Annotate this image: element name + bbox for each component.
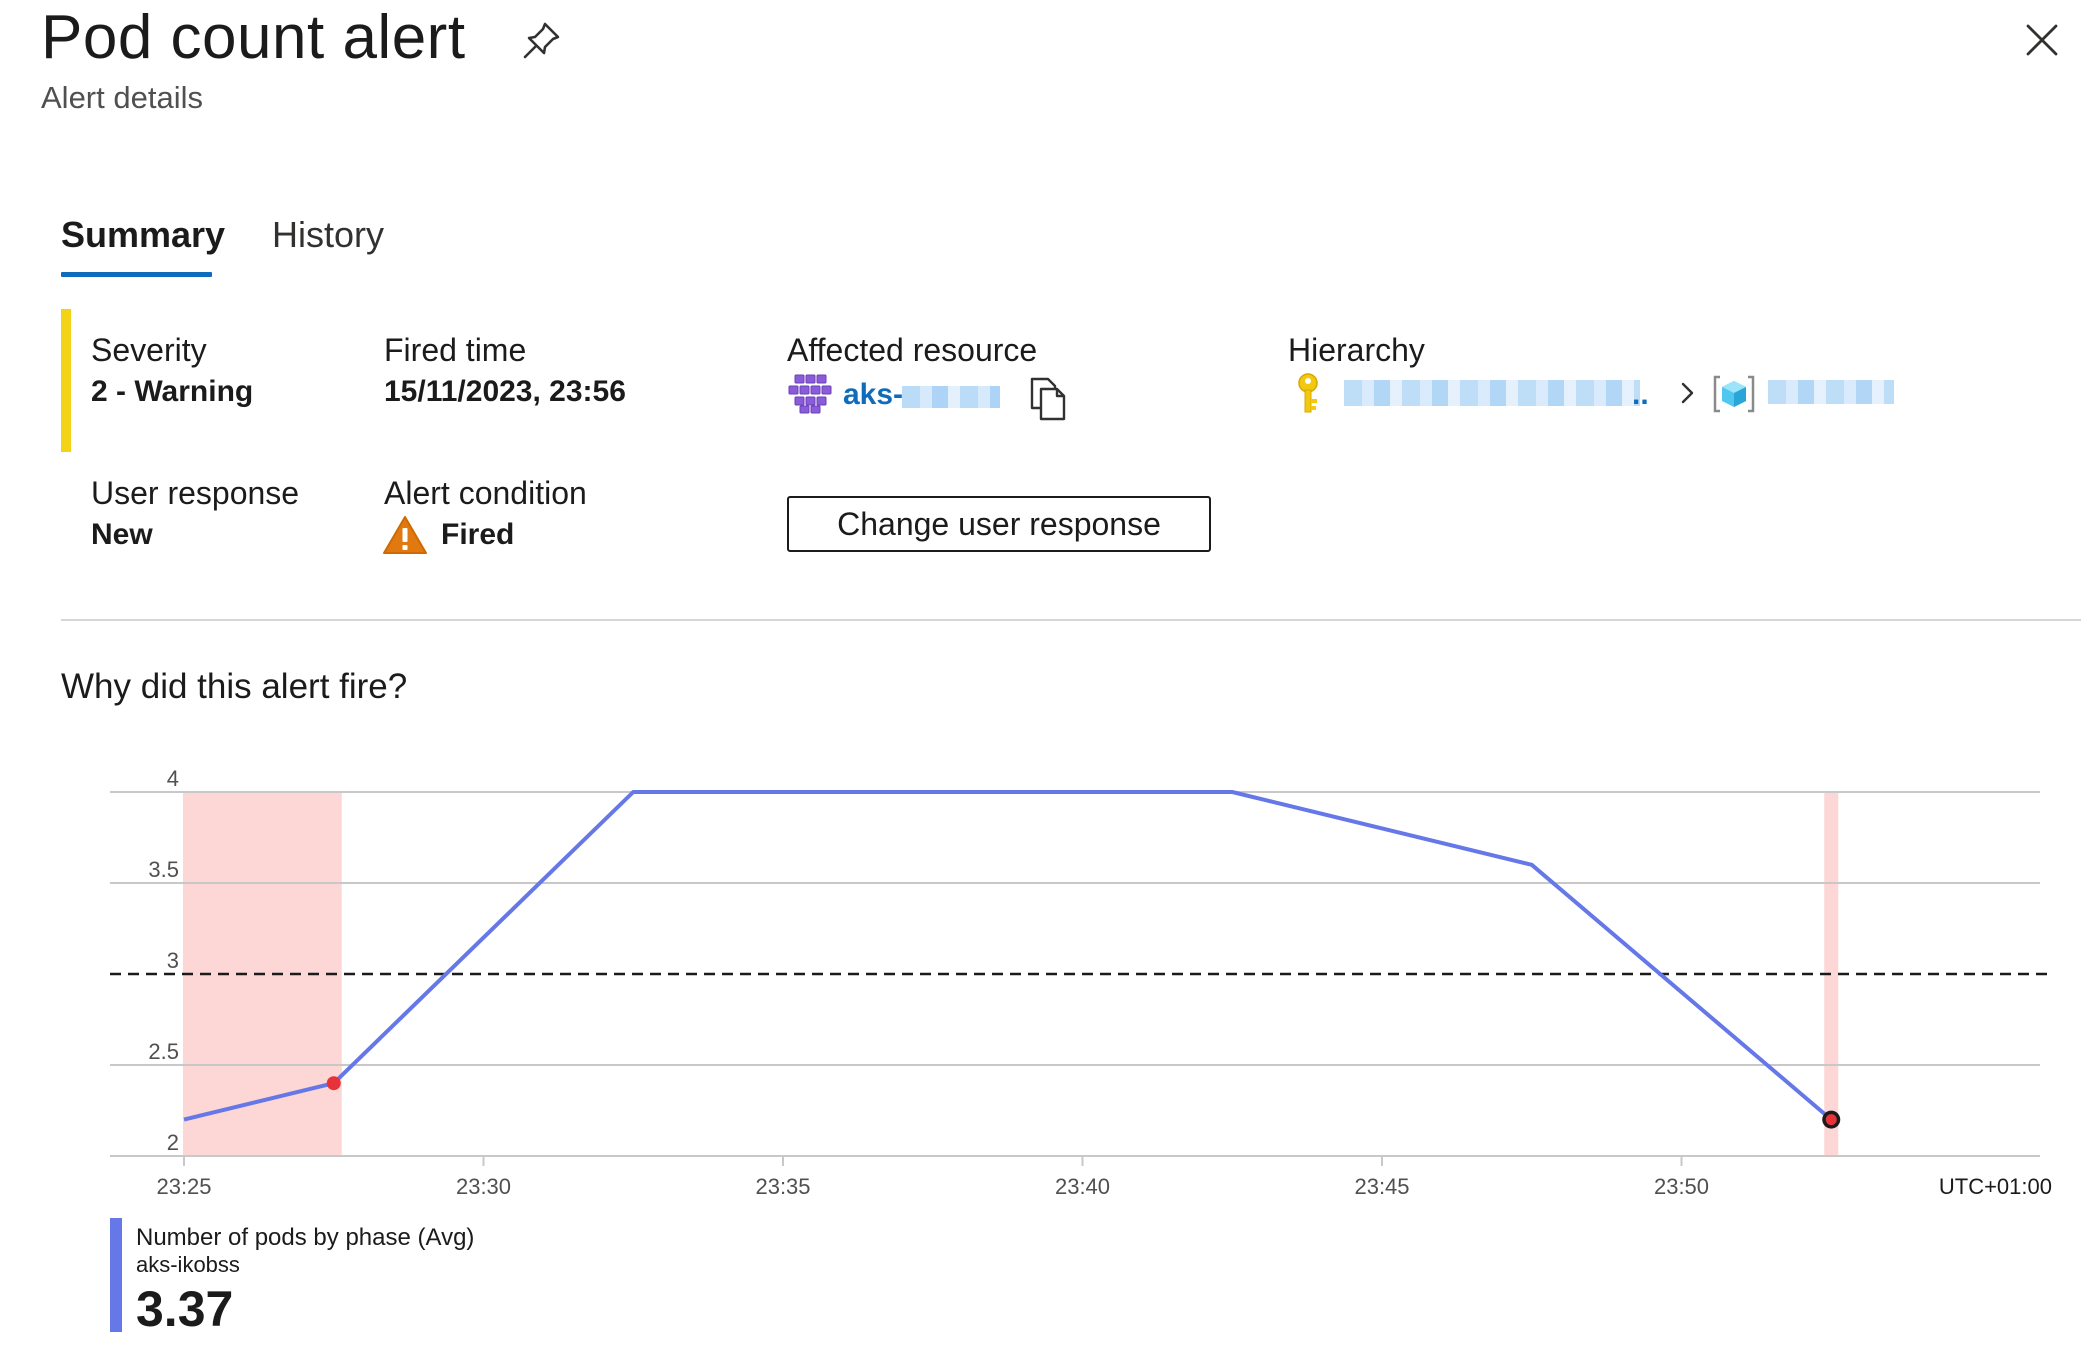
alert-condition-value: Fired (441, 518, 515, 551)
fired-point (326, 1076, 341, 1091)
x-tick-label: 23:45 (1354, 1174, 1409, 1199)
x-tick-label: 23:35 (755, 1174, 810, 1199)
timezone-label: UTC+01:00 (1939, 1174, 2052, 1199)
severity-value: 2 - Warning (91, 375, 254, 408)
pin-icon[interactable] (520, 18, 564, 62)
change-user-response-button[interactable]: Change user response (787, 496, 1211, 552)
legend-resource-name: aks-ikobss (136, 1252, 240, 1277)
fired-time-value: 15/11/2023, 23:56 (384, 375, 626, 408)
legend-color-bar (110, 1218, 122, 1332)
x-tick-label: 23:25 (156, 1174, 211, 1199)
y-tick-label: 4 (167, 766, 179, 791)
tab-summary[interactable]: Summary (61, 214, 225, 256)
page-title: Pod count alert (41, 3, 466, 72)
redacted-subscription-name[interactable] (1344, 380, 1640, 406)
user-response-label: User response (91, 475, 300, 511)
redacted-resource-name (902, 386, 1000, 408)
x-tick-label: 23:40 (1055, 1174, 1110, 1199)
affected-resource-link[interactable]: aks- (843, 378, 903, 412)
tab-history[interactable]: History (272, 214, 384, 256)
chart-svg: 2 2.5 3 3.5 4 23:25 23:30 23:35 23:40 23:45 23:50 U… (110, 766, 2052, 1199)
alert-metric-chart: 2 2.5 3 3.5 4 23:25 23:30 23:35 23:40 23:45 23:50 U… (0, 760, 2098, 1220)
warning-icon (382, 514, 428, 556)
fired-point (1825, 1114, 1837, 1126)
aks-cluster-icon (787, 373, 833, 415)
series-line (183, 790, 1833, 1122)
section-divider (61, 619, 2081, 621)
user-response-value: New (91, 518, 153, 551)
why-section-title: Why did this alert fire? (61, 667, 408, 706)
hierarchy-ellipsis: .. (1632, 378, 1649, 411)
severity-color-bar (61, 309, 71, 452)
copy-icon[interactable] (1028, 376, 1070, 422)
affected-resource-label: Affected resource (787, 332, 1038, 368)
chevron-right-icon (1676, 378, 1698, 408)
tab-selected-indicator (61, 272, 212, 277)
severity-label: Severity (91, 332, 207, 368)
alert-condition-label: Alert condition (384, 475, 587, 511)
resource-group-icon (1712, 374, 1756, 414)
legend-series-name[interactable]: Number of pods by phase (Avg) (136, 1224, 474, 1252)
y-tick-label: 2 (167, 1130, 179, 1155)
y-tick-label: 2.5 (148, 1039, 179, 1064)
fired-time-label: Fired time (384, 332, 527, 368)
x-tick-label: 23:30 (456, 1174, 511, 1199)
y-tick-label: 3.5 (148, 857, 179, 882)
close-icon[interactable] (2020, 18, 2064, 62)
legend-value: 3.37 (136, 1281, 234, 1337)
x-tick-label: 23:50 (1654, 1174, 1709, 1199)
redacted-resource-group-name[interactable] (1768, 380, 1894, 404)
y-tick-label: 3 (167, 948, 179, 973)
hierarchy-label: Hierarchy (1288, 332, 1425, 368)
page-subtitle: Alert details (41, 80, 203, 115)
key-icon (1294, 372, 1324, 418)
